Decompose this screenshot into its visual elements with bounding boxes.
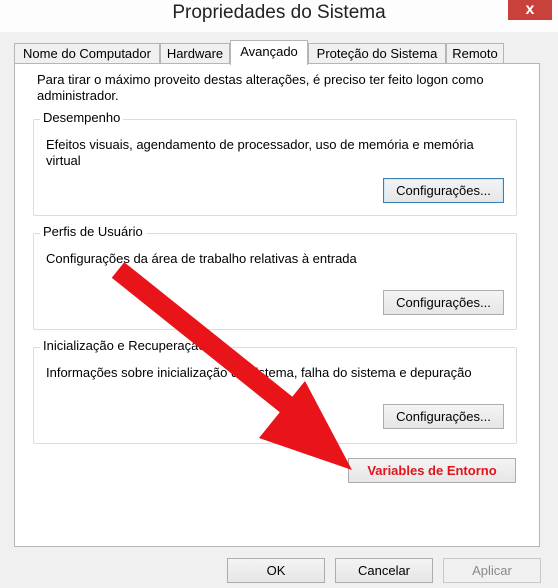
user-profiles-group: Perfis de Usuário Configurações da área … [33, 224, 517, 330]
admin-notice: Para tirar o máximo proveito destas alte… [37, 72, 484, 103]
ok-button[interactable]: OK [227, 558, 325, 583]
environment-variables-button[interactable]: Variables de Entorno [348, 458, 516, 483]
performance-settings-button[interactable]: Configurações... [383, 178, 504, 203]
startup-recovery-settings-button[interactable]: Configurações... [383, 404, 504, 429]
system-properties-window: Propriedades do Sistema x Nome do Comput… [0, 0, 558, 588]
apply-button[interactable]: Aplicar [443, 558, 541, 583]
performance-title: Desempenho [40, 110, 124, 126]
user-profiles-settings-button[interactable]: Configurações... [383, 290, 504, 315]
tab-advanced[interactable]: Avançado [230, 40, 308, 65]
performance-description: Efeitos visuais, agendamento de processa… [46, 137, 474, 168]
cancel-button[interactable]: Cancelar [335, 558, 433, 583]
startup-recovery-group: Inicialização e Recuperação Informações … [33, 338, 517, 444]
user-profiles-description: Configurações da área de trabalho relati… [46, 251, 357, 266]
startup-recovery-description: Informações sobre inicialização do siste… [46, 365, 472, 380]
tab-system-protection[interactable]: Proteção do Sistema [308, 43, 446, 64]
tab-hardware[interactable]: Hardware [160, 43, 230, 64]
tab-computer-name[interactable]: Nome do Computador [14, 43, 160, 64]
startup-recovery-title: Inicialização e Recuperação [40, 338, 209, 354]
performance-group: Desempenho Efeitos visuais, agendamento … [33, 110, 517, 216]
advanced-panel: Para tirar o máximo proveito destas alte… [14, 63, 540, 547]
user-profiles-title: Perfis de Usuário [40, 224, 146, 240]
window-title: Propriedades do Sistema [172, 2, 386, 23]
close-button[interactable]: x [508, 0, 552, 20]
title-bar: Propriedades do Sistema x [0, 0, 558, 32]
tab-remote[interactable]: Remoto [446, 43, 504, 64]
